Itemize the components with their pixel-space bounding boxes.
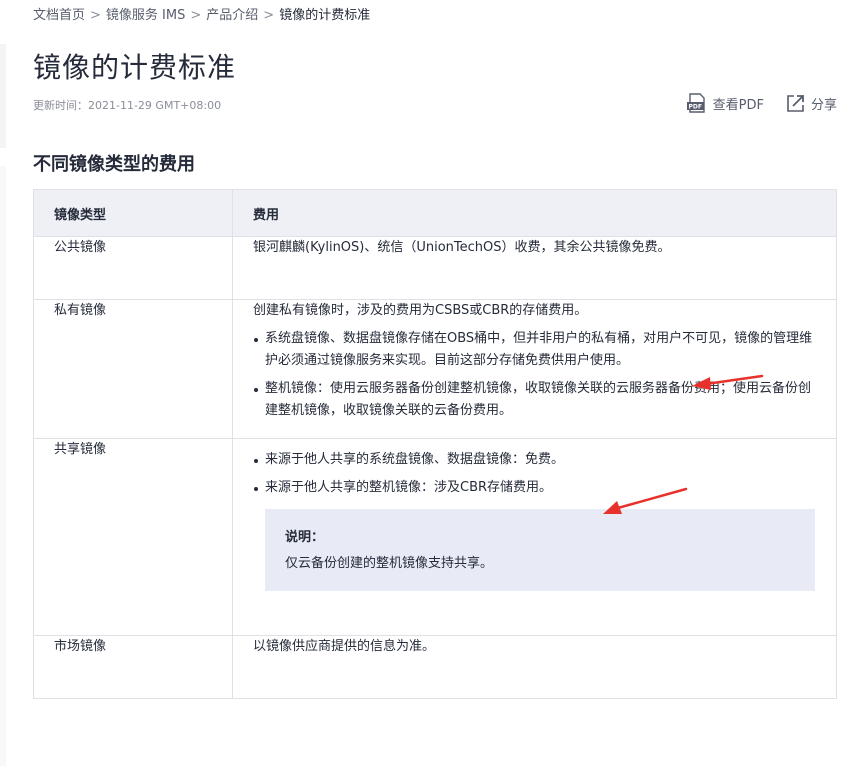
table-row-public: 公共镜像 银河麒麟(KylinOS)、统信（UnionTechOS）收费，其余公… xyxy=(33,236,837,300)
list-item: 来源于他人共享的整机镜像：涉及CBR存储费用。 xyxy=(254,477,816,499)
list-item: 系统盘镜像、数据盘镜像存储在OBS桶中，但并非用户的私有桶，对用户不可见，镜像的… xyxy=(254,328,816,372)
table-row-market: 市场镜像 以镜像供应商提供的信息为准。 xyxy=(33,635,837,699)
note-title: 说明： xyxy=(285,530,325,545)
breadcrumb-item-current: 镜像的计费标准 xyxy=(279,8,371,23)
cell-type-market: 市场镜像 xyxy=(33,635,233,699)
list-item: 整机镜像：使用云服务器备份创建整机镜像，收取镜像关联的云服务器备份费用；使用云备… xyxy=(254,378,816,422)
table-row-private: 私有镜像 创建私有镜像时，涉及的费用为CSBS或CBR的存储费用。 系统盘镜像、… xyxy=(33,299,837,439)
breadcrumb-separator: > xyxy=(263,8,275,23)
private-intro: 创建私有镜像时，涉及的费用为CSBS或CBR的存储费用。 xyxy=(253,303,588,318)
page-title: 镜像的计费标准 xyxy=(33,51,237,84)
share-label: 分享 xyxy=(810,97,837,113)
svg-text:PDF: PDF xyxy=(688,104,701,111)
share-icon xyxy=(786,93,806,113)
cell-type-public: 公共镜像 xyxy=(33,236,233,300)
section-title: 不同镜像类型的费用 xyxy=(33,154,195,175)
breadcrumb-item-ims[interactable]: 镜像服务 IMS xyxy=(106,8,185,23)
pdf-icon: PDF xyxy=(686,93,708,113)
cell-fee-public: 银河麒麟(KylinOS)、统信（UnionTechOS）收费，其余公共镜像免费… xyxy=(232,236,837,300)
header-image-type: 镜像类型 xyxy=(33,189,233,237)
left-sidebar-edge-lower xyxy=(0,166,6,766)
view-pdf-button[interactable]: PDF 查看PDF xyxy=(686,93,764,113)
cell-type-private: 私有镜像 xyxy=(33,299,233,439)
table-header-row: 镜像类型 费用 xyxy=(33,189,837,237)
cell-fee-market: 以镜像供应商提供的信息为准。 xyxy=(232,635,837,699)
table-row-shared: 共享镜像 来源于他人共享的系统盘镜像、数据盘镜像：免费。 来源于他人共享的整机镜… xyxy=(33,438,837,636)
private-bullet-list: 系统盘镜像、数据盘镜像存储在OBS桶中，但并非用户的私有桶，对用户不可见，镜像的… xyxy=(253,328,816,422)
cell-type-shared: 共享镜像 xyxy=(33,438,233,636)
share-button[interactable]: 分享 xyxy=(786,93,837,113)
breadcrumb-separator: > xyxy=(90,8,101,23)
update-time: 更新时间：2021-11-29 GMT+08:00 xyxy=(33,99,222,112)
breadcrumb-item-home[interactable]: 文档首页 xyxy=(33,8,85,23)
cell-fee-private: 创建私有镜像时，涉及的费用为CSBS或CBR的存储费用。 系统盘镜像、数据盘镜像… xyxy=(232,299,837,439)
note-text: 仅云备份创建的整机镜像支持共享。 xyxy=(285,556,494,571)
breadcrumb: 文档首页 > 镜像服务 IMS > 产品介绍 > 镜像的计费标准 xyxy=(33,4,370,23)
header-fee: 费用 xyxy=(232,189,837,237)
left-sidebar-edge xyxy=(0,44,6,148)
breadcrumb-separator: > xyxy=(190,8,202,23)
cell-fee-shared: 来源于他人共享的系统盘镜像、数据盘镜像：免费。 来源于他人共享的整机镜像：涉及C… xyxy=(232,438,837,636)
view-pdf-label: 查看PDF xyxy=(712,97,764,113)
shared-bullet-list: 来源于他人共享的系统盘镜像、数据盘镜像：免费。 来源于他人共享的整机镜像：涉及C… xyxy=(253,449,816,499)
page-actions: PDF 查看PDF 分享 xyxy=(686,93,837,113)
fees-table: 镜像类型 费用 公共镜像 银河麒麟(KylinOS)、统信（UnionTechO… xyxy=(33,189,837,699)
breadcrumb-item-intro[interactable]: 产品介绍 xyxy=(206,8,258,23)
list-item: 来源于他人共享的系统盘镜像、数据盘镜像：免费。 xyxy=(254,449,816,471)
note-box: 说明： 仅云备份创建的整机镜像支持共享。 xyxy=(265,509,815,591)
